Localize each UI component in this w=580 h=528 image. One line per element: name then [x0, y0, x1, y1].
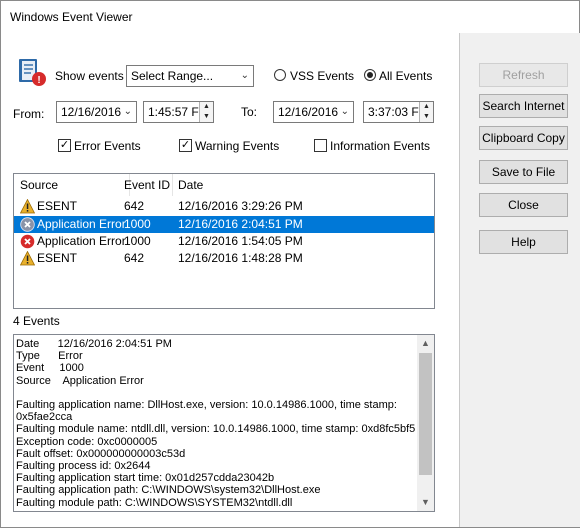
- range-select-value: Select Range...: [131, 69, 214, 83]
- event-detail-box[interactable]: Date 12/16/2016 2:04:51 PM Type Error Ev…: [13, 334, 435, 512]
- to-time-picker[interactable]: 3:37:03 F ▲ ▼: [363, 101, 434, 123]
- from-label: From:: [13, 107, 45, 121]
- row-event-id: 642: [124, 199, 145, 213]
- to-label: To:: [241, 105, 258, 119]
- chevron-down-icon: ⌄: [240, 70, 249, 81]
- table-row[interactable]: Application Error 1000 12/16/2016 1:54:0…: [14, 233, 434, 250]
- column-header-source[interactable]: Source: [20, 174, 58, 196]
- from-time-value: 1:45:57 F: [148, 105, 199, 119]
- scroll-thumb[interactable]: [419, 353, 432, 475]
- detail-scrollbar[interactable]: ▲ ▼: [417, 335, 434, 511]
- scroll-down-icon[interactable]: ▼: [417, 494, 434, 511]
- row-event-id: 642: [124, 251, 145, 265]
- table-row-selected[interactable]: Application Error 1000 12/16/2016 2:04:5…: [14, 216, 434, 233]
- row-event-id: 1000: [124, 234, 151, 248]
- svg-text:!: !: [37, 75, 40, 86]
- information-events-label: Information Events: [330, 139, 431, 153]
- warning-icon: [20, 251, 35, 266]
- from-time-spinner[interactable]: ▲ ▼: [199, 102, 213, 122]
- error-icon: [20, 234, 35, 249]
- save-to-file-button[interactable]: Save to File: [479, 160, 568, 184]
- to-date-value: 12/16/2016: [278, 105, 339, 119]
- error-icon: [20, 217, 35, 232]
- warning-events-checkbox[interactable]: ✓: [179, 139, 192, 152]
- error-events-checkbox[interactable]: ✓: [58, 139, 71, 152]
- event-viewer-window: Windows Event Viewer ! Show events Selec…: [0, 0, 580, 528]
- to-date-picker[interactable]: 12/16/2016 ⌄: [273, 101, 354, 123]
- spin-up-icon[interactable]: ▲: [200, 102, 213, 112]
- chevron-down-icon: ⌄: [123, 106, 132, 117]
- search-internet-button[interactable]: Search Internet: [479, 94, 568, 118]
- row-date: 12/16/2016 1:54:05 PM: [178, 234, 303, 248]
- range-select[interactable]: Select Range... ⌄: [126, 65, 254, 87]
- row-source: ESENT: [37, 251, 78, 265]
- window-title: Windows Event Viewer: [10, 10, 133, 24]
- help-button[interactable]: Help: [479, 230, 568, 254]
- error-events-label: Error Events: [74, 139, 141, 153]
- chevron-down-icon: ⌄: [340, 106, 349, 117]
- warning-icon: [20, 199, 35, 214]
- spin-down-icon[interactable]: ▼: [200, 112, 213, 122]
- row-source: Application Error: [37, 217, 126, 231]
- row-source: ESENT: [37, 199, 78, 213]
- all-events-radio[interactable]: [364, 69, 376, 81]
- warning-events-label: Warning Events: [195, 139, 280, 153]
- column-divider[interactable]: [172, 174, 173, 196]
- show-events-label: Show events: [55, 69, 124, 83]
- scroll-up-icon[interactable]: ▲: [417, 335, 434, 352]
- row-date: 12/16/2016 2:04:51 PM: [178, 217, 303, 231]
- row-source: Application Error: [37, 234, 126, 248]
- refresh-button[interactable]: Refresh: [479, 63, 568, 87]
- row-event-id: 1000: [124, 217, 151, 231]
- close-button[interactable]: Close: [479, 193, 568, 217]
- event-log-icon: !: [19, 59, 46, 86]
- event-detail-text: Date 12/16/2016 2:04:51 PM Type Error Ev…: [16, 338, 416, 509]
- all-events-label: All Events: [379, 69, 433, 83]
- table-row[interactable]: ESENT 642 12/16/2016 1:48:28 PM: [14, 250, 434, 267]
- column-header-event-id[interactable]: Event ID: [124, 174, 170, 196]
- vss-events-radio[interactable]: [274, 69, 286, 81]
- spin-down-icon[interactable]: ▼: [420, 112, 433, 122]
- vss-events-label: VSS Events: [290, 69, 355, 83]
- row-date: 12/16/2016 3:29:26 PM: [178, 199, 303, 213]
- row-date: 12/16/2016 1:48:28 PM: [178, 251, 303, 265]
- from-time-picker[interactable]: 1:45:57 F ▲ ▼: [143, 101, 214, 123]
- to-time-value: 3:37:03 F: [368, 105, 419, 119]
- clipboard-copy-button[interactable]: Clipboard Copy: [479, 126, 568, 150]
- to-time-spinner[interactable]: ▲ ▼: [419, 102, 433, 122]
- from-date-picker[interactable]: 12/16/2016 ⌄: [56, 101, 137, 123]
- events-table[interactable]: Source Event ID Date ESENT 642 12/16/201…: [13, 173, 435, 309]
- information-events-checkbox[interactable]: [314, 139, 327, 152]
- from-date-value: 12/16/2016: [61, 105, 122, 119]
- action-panel: Refresh Search Internet Clipboard Copy S…: [459, 33, 580, 527]
- table-row[interactable]: ESENT 642 12/16/2016 3:29:26 PM: [14, 198, 434, 215]
- spin-up-icon[interactable]: ▲: [420, 102, 433, 112]
- event-count: 4 Events: [13, 314, 60, 328]
- column-header-date[interactable]: Date: [178, 174, 203, 196]
